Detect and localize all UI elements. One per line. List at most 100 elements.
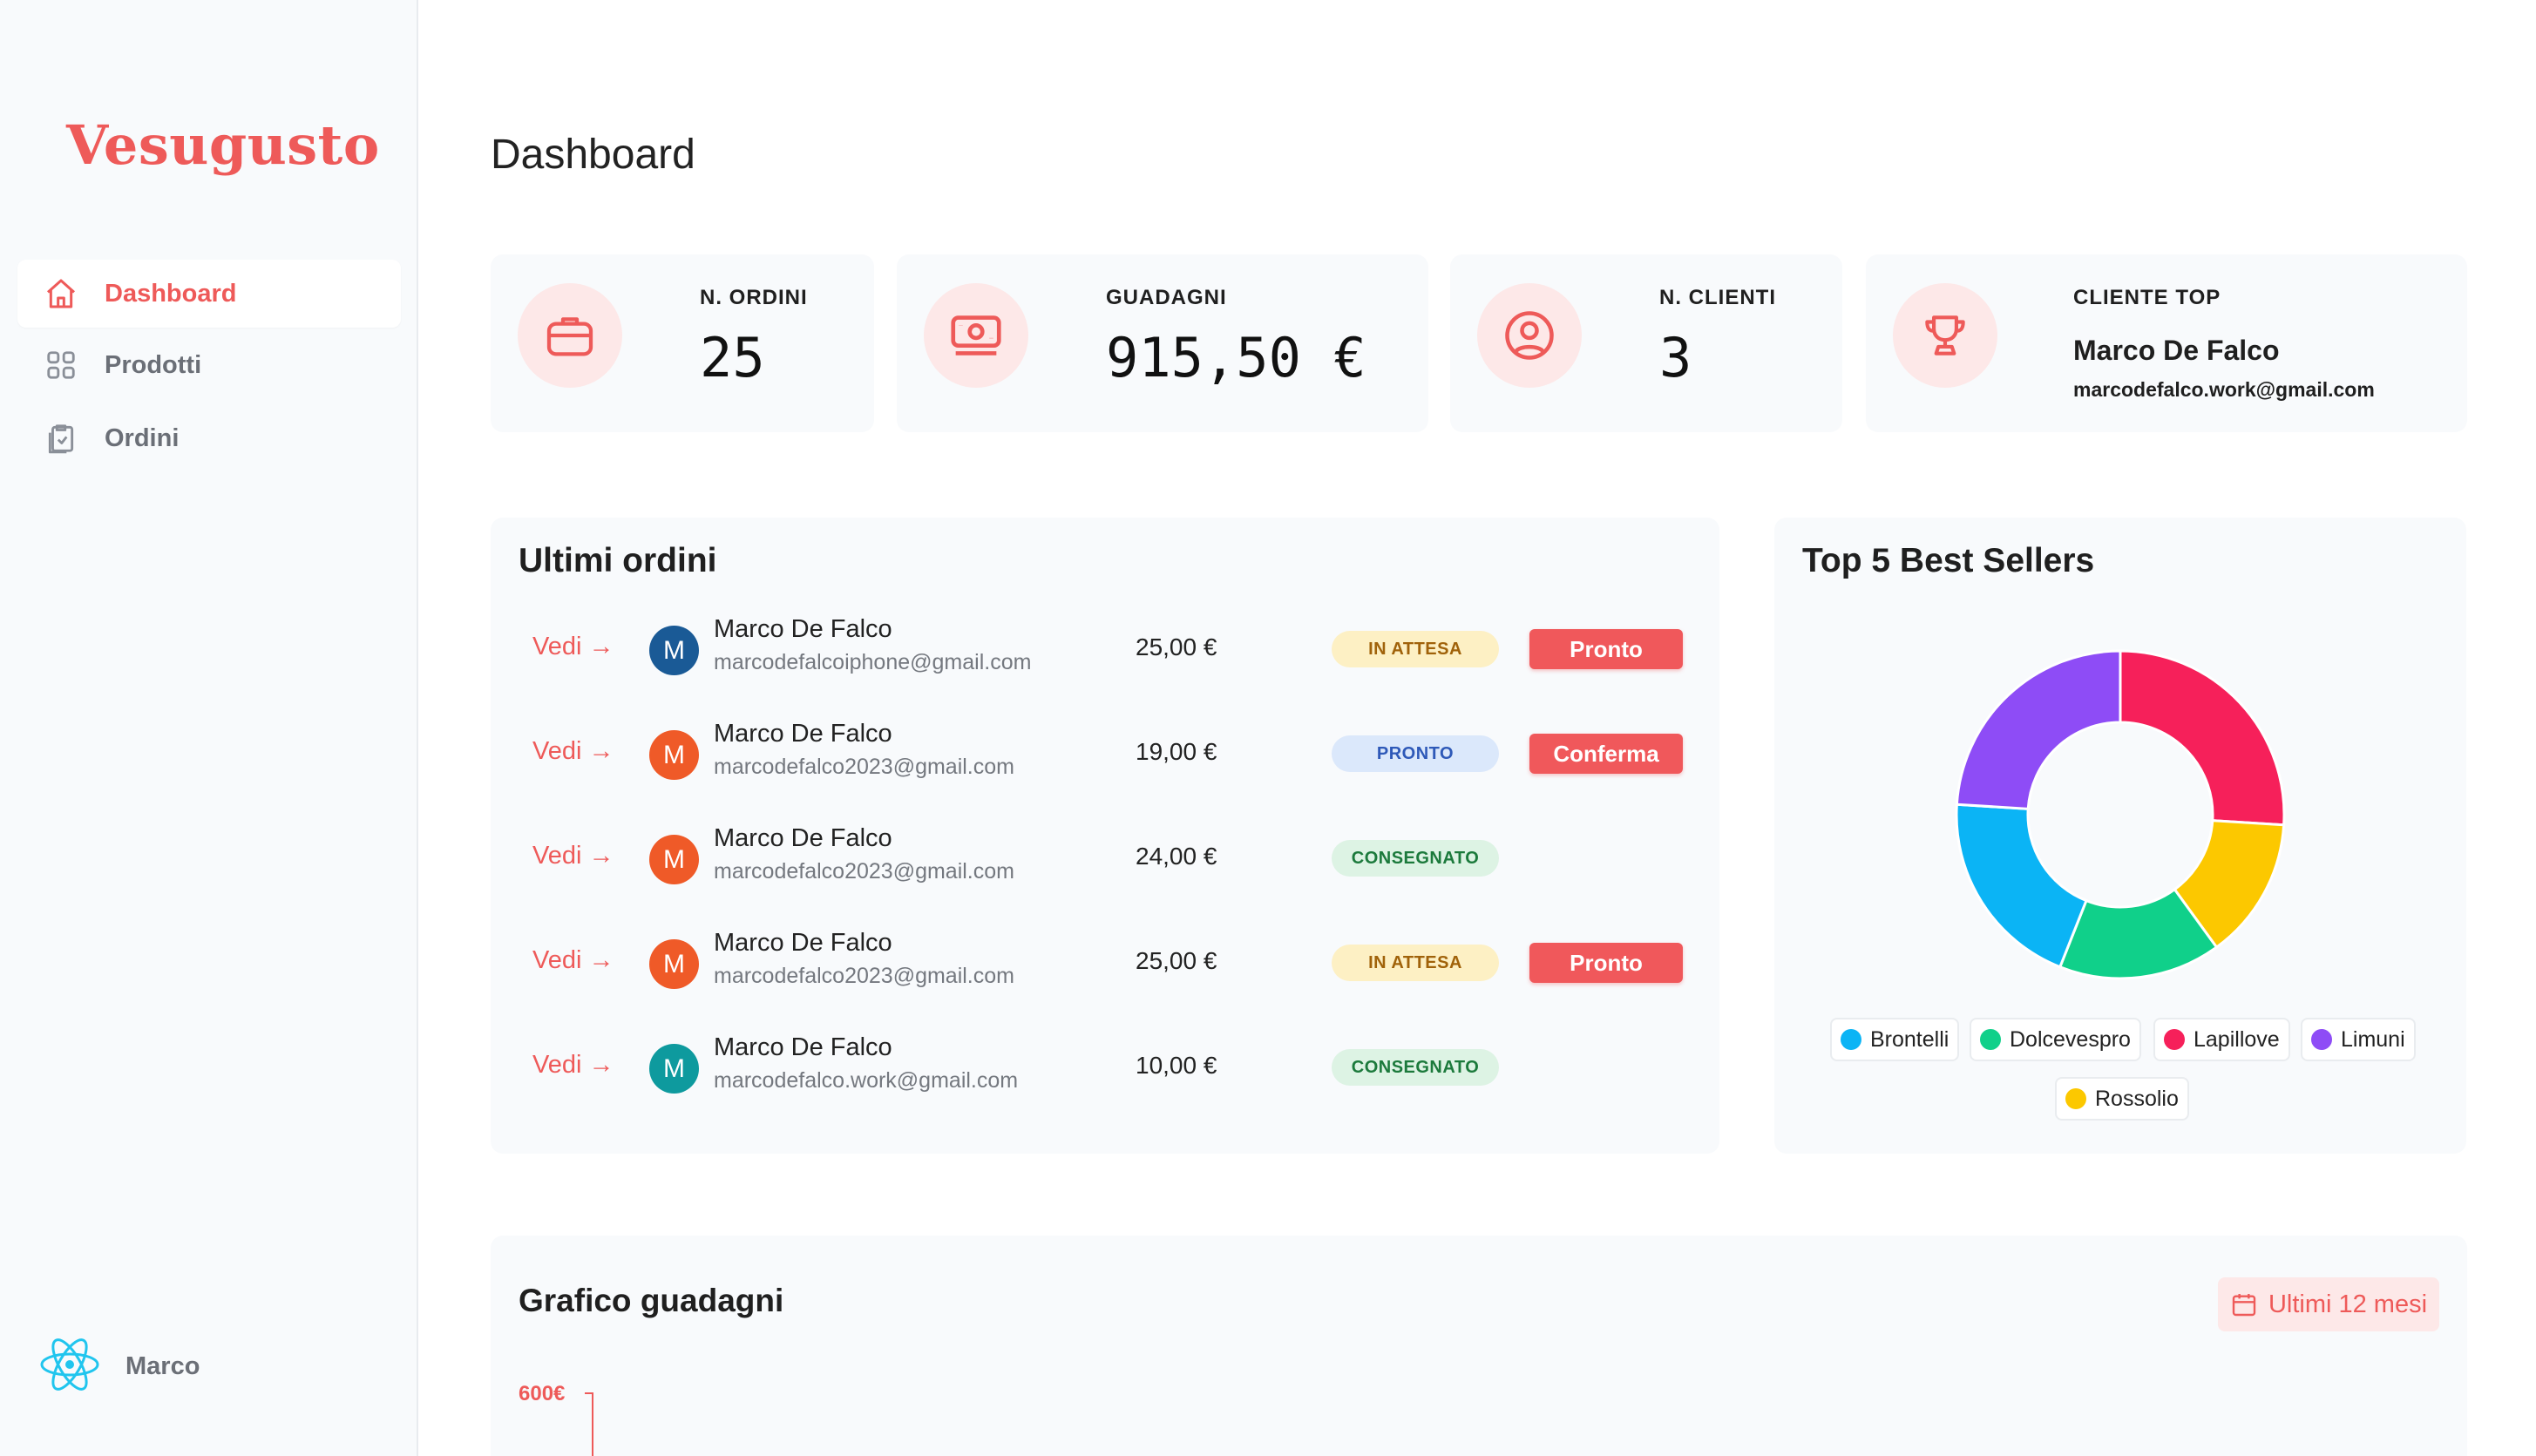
- sidebar-item-ordini[interactable]: Ordini: [17, 404, 401, 472]
- legend-item-rossolio[interactable]: Rossolio: [2055, 1077, 2189, 1121]
- avatar: M: [649, 1044, 699, 1094]
- order-amount: 24,00 €: [1136, 843, 1217, 870]
- legend-label: Lapillove: [2194, 1026, 2280, 1052]
- clipboard-check-icon: [42, 419, 80, 457]
- customer-email: marcodefalcoiphone@gmail.com: [714, 650, 1032, 674]
- stat-card-top-client: CLIENTE TOP Marco De Falco marcodefalco.…: [1866, 254, 2467, 432]
- legend-item-limuni[interactable]: Limuni: [2301, 1018, 2416, 1061]
- sidebar-item-label: Ordini: [105, 423, 180, 452]
- legend-label: Rossolio: [2095, 1086, 2179, 1111]
- legend-label: Brontelli: [1870, 1026, 1949, 1052]
- home-icon: [42, 274, 80, 313]
- legend-item-dolcevespro[interactable]: Dolcevespro: [1970, 1018, 2141, 1061]
- donut-slice-limuni[interactable]: [1955, 649, 2122, 810]
- user-circle-icon: [1477, 283, 1582, 388]
- customer-email: marcodefalco2023@gmail.com: [714, 964, 1014, 988]
- sidebar-item-prodotti[interactable]: Prodotti: [17, 331, 401, 399]
- best-sellers-donut-chart: [1955, 649, 2286, 980]
- avatar: M: [649, 626, 699, 675]
- recent-orders-panel: Ultimi ordini Vedi → M Marco De Falco ma…: [491, 518, 1719, 1154]
- sidebar-item-dashboard[interactable]: Dashboard: [17, 260, 401, 328]
- legend-item-brontelli[interactable]: Brontelli: [1830, 1018, 1960, 1061]
- donut-slice-lapillove[interactable]: [2119, 649, 2286, 827]
- view-order-link[interactable]: Vedi →: [532, 737, 614, 766]
- react-atom-icon: [38, 1333, 101, 1400]
- mark-ready-button[interactable]: Pronto: [1529, 943, 1683, 983]
- customer-name: Marco De Falco: [714, 929, 892, 957]
- banknote-icon: [924, 283, 1028, 388]
- earnings-chart-panel: Grafico guadagni Ultimi 12 mesi 600€: [491, 1236, 2467, 1456]
- customer-email: marcodefalco.work@gmail.com: [714, 1068, 1019, 1093]
- legend-swatch: [2164, 1029, 2185, 1050]
- stat-value: 25: [700, 326, 765, 389]
- status-badge: PRONTO: [1332, 735, 1499, 772]
- customer-name: Marco De Falco: [714, 1033, 892, 1061]
- status-badge: CONSEGNATO: [1332, 1049, 1499, 1086]
- avatar: M: [649, 730, 699, 780]
- y-axis-line: [592, 1392, 593, 1456]
- view-order-link[interactable]: Vedi →: [532, 842, 614, 870]
- customer-name: Marco De Falco: [714, 720, 892, 748]
- best-sellers-panel: Top 5 Best Sellers Brontelli Dolcevespro…: [1774, 518, 2466, 1154]
- table-row: Vedi → M Marco De Falco marcodefalco2023…: [491, 711, 1719, 807]
- sidebar-item-label: Dashboard: [105, 279, 237, 308]
- customer-name: Marco De Falco: [714, 824, 892, 852]
- date-range-button[interactable]: Ultimi 12 mesi: [2218, 1277, 2439, 1331]
- status-badge: IN ATTESA: [1332, 631, 1499, 667]
- legend-swatch: [2311, 1029, 2332, 1050]
- legend-label: Limuni: [2341, 1026, 2405, 1052]
- legend-item-lapillove[interactable]: Lapillove: [2153, 1018, 2290, 1061]
- view-order-link[interactable]: Vedi →: [532, 1051, 614, 1080]
- legend-swatch: [1841, 1029, 1861, 1050]
- view-order-link[interactable]: Vedi →: [532, 633, 614, 661]
- sidebar-item-label: Prodotti: [105, 350, 202, 379]
- view-order-link[interactable]: Vedi →: [532, 946, 614, 975]
- table-row: Vedi → M Marco De Falco marcodefalco2023…: [491, 816, 1719, 911]
- confirm-button[interactable]: Conferma: [1529, 734, 1683, 774]
- legend-label: Dolcevespro: [2010, 1026, 2131, 1052]
- briefcase-icon: [518, 283, 622, 388]
- customer-email: marcodefalco2023@gmail.com: [714, 755, 1014, 779]
- order-amount: 25,00 €: [1136, 633, 1217, 660]
- legend-swatch: [1980, 1029, 2001, 1050]
- brand-logo[interactable]: Vesugusto: [66, 113, 380, 177]
- stat-label: CLIENTE TOP: [2073, 286, 2221, 309]
- order-amount: 25,00 €: [1136, 947, 1217, 974]
- donut-slice-brontelli[interactable]: [1955, 802, 2088, 969]
- legend-swatch: [2065, 1088, 2086, 1109]
- order-amount: 19,00 €: [1136, 738, 1217, 765]
- user-profile[interactable]: Marco: [38, 1333, 200, 1400]
- trophy-icon: [1893, 283, 1997, 388]
- top-client-name: Marco De Falco: [2073, 335, 2280, 366]
- mark-ready-button[interactable]: Pronto: [1529, 629, 1683, 669]
- y-axis-tick: [585, 1392, 593, 1394]
- stat-card-earnings: GUADAGNI 915,50 €: [897, 254, 1428, 432]
- customer-email: marcodefalco2023@gmail.com: [714, 859, 1014, 884]
- avatar: M: [649, 835, 699, 884]
- table-row: Vedi → M Marco De Falco marcodefalco2023…: [491, 920, 1719, 1016]
- table-row: Vedi → M Marco De Falco marcodefalcoipho…: [491, 606, 1719, 702]
- stat-value: 3: [1659, 326, 1692, 389]
- customer-name: Marco De Falco: [714, 615, 892, 643]
- stat-label: GUADAGNI: [1106, 286, 1227, 309]
- panel-title: Ultimi ordini: [519, 542, 717, 579]
- grid-icon: [42, 346, 80, 384]
- user-name: Marco: [125, 1352, 200, 1380]
- top-client-email: marcodefalco.work@gmail.com: [2073, 378, 2375, 401]
- panel-title: Top 5 Best Sellers: [1802, 542, 2095, 579]
- calendar-icon: [2230, 1290, 2258, 1318]
- sidebar: Vesugusto Dashboard Prodotti Ordini Marc…: [0, 0, 418, 1456]
- page-title: Dashboard: [491, 132, 695, 178]
- stat-card-clients: N. CLIENTI 3: [1450, 254, 1842, 432]
- avatar: M: [649, 939, 699, 989]
- status-badge: CONSEGNATO: [1332, 840, 1499, 877]
- date-range-label: Ultimi 12 mesi: [2268, 1290, 2428, 1318]
- table-row: Vedi → M Marco De Falco marcodefalco.wor…: [491, 1025, 1719, 1121]
- stat-label: N. ORDINI: [700, 286, 808, 309]
- stat-label: N. CLIENTI: [1659, 286, 1776, 309]
- status-badge: IN ATTESA: [1332, 945, 1499, 981]
- order-amount: 10,00 €: [1136, 1052, 1217, 1079]
- panel-title: Grafico guadagni: [519, 1283, 784, 1318]
- stat-card-orders: N. ORDINI 25: [491, 254, 874, 432]
- y-axis-tick-label: 600€: [519, 1382, 566, 1405]
